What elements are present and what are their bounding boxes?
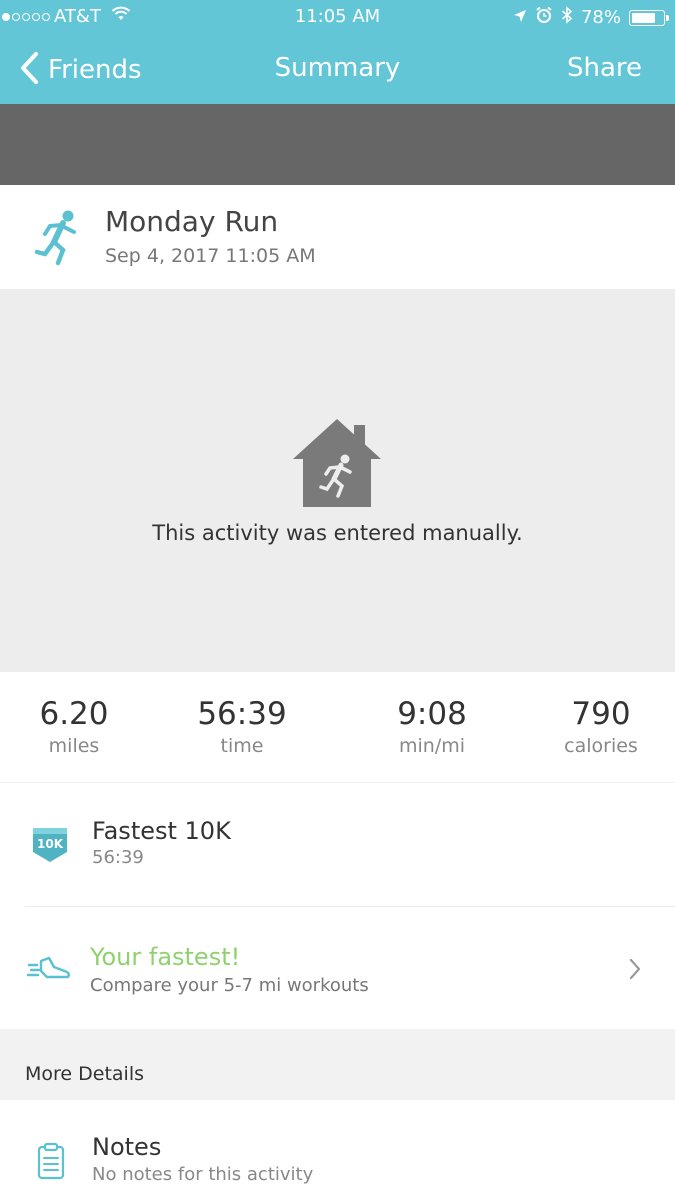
map-placeholder-band	[0, 104, 675, 185]
more-details-header: More Details	[0, 1029, 675, 1100]
activity-date: Sep 4, 2017 11:05 AM	[105, 245, 316, 267]
status-right: 78%	[513, 6, 669, 29]
compare-title: Your fastest!	[90, 943, 241, 971]
stat-value: 56:39	[197, 696, 287, 732]
10k-badge-icon: 10K	[31, 826, 69, 868]
stat-label: calories	[564, 735, 638, 757]
compare-subtitle: Compare your 5-7 mi workouts	[90, 975, 369, 996]
battery-percent: 78%	[580, 7, 621, 28]
activity-title: Monday Run	[105, 205, 279, 238]
stat-distance: 6.20 miles	[0, 696, 154, 757]
stat-value: 790	[571, 696, 631, 732]
achievement-row: 10K Fastest 10K 56:39	[0, 783, 675, 907]
share-button[interactable]: Share	[567, 53, 642, 83]
stat-pace: 9:08 min/mi	[352, 696, 512, 757]
bluetooth-icon	[561, 6, 573, 29]
stat-label: min/mi	[398, 735, 466, 757]
badge-text: 10K	[37, 837, 64, 851]
battery-level	[632, 12, 655, 23]
activity-header: Monday Run Sep 4, 2017 11:05 AM	[0, 185, 675, 289]
section-title: More Details	[25, 1063, 145, 1085]
manual-entry-panel: This activity was entered manually.	[0, 289, 675, 672]
stat-calories: 790 calories	[521, 696, 675, 757]
stat-time: 56:39 time	[162, 696, 322, 757]
navigation-bar: Friends Summary Share	[0, 34, 675, 104]
house-runner-icon	[292, 417, 382, 513]
notes-subtitle: No notes for this activity	[92, 1164, 314, 1185]
manual-entry-message: This activity was entered manually.	[152, 521, 523, 545]
achievement-time: 56:39	[92, 847, 144, 868]
battery-icon	[629, 9, 669, 26]
stats-row: 6.20 miles 56:39 time 9:08 min/mi 790 ca…	[0, 672, 675, 783]
notes-title: Notes	[92, 1133, 162, 1161]
alarm-icon	[535, 6, 553, 29]
clipboard-icon	[37, 1142, 65, 1184]
runner-icon	[34, 210, 80, 270]
stat-label: miles	[48, 735, 100, 757]
stat-value: 6.20	[39, 696, 109, 732]
achievement-title: Fastest 10K	[92, 817, 231, 845]
notes-row[interactable]: Notes No notes for this activity	[0, 1100, 675, 1200]
status-bar: AT&T 11:05 AM 78%	[0, 0, 675, 34]
location-arrow-icon	[513, 7, 527, 28]
stat-value: 9:08	[397, 696, 467, 732]
compare-workouts-row[interactable]: Your fastest! Compare your 5-7 mi workou…	[0, 907, 675, 1029]
chevron-right-icon	[629, 958, 641, 984]
shoe-icon	[26, 955, 71, 987]
stat-label: time	[220, 735, 264, 757]
